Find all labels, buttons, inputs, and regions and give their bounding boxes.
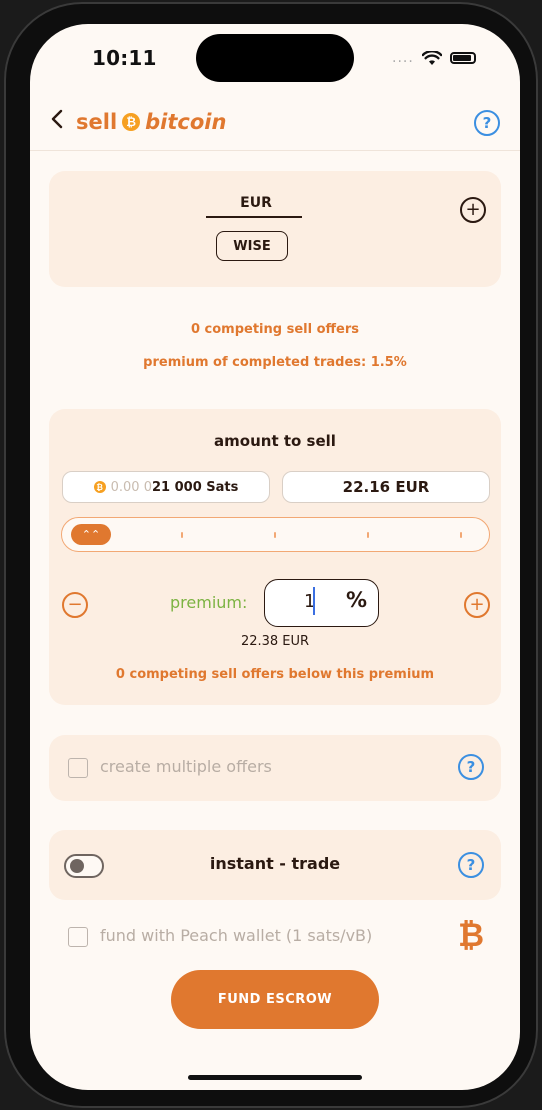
payment-method-card <box>49 171 501 287</box>
phone-frame: 10:11 .... sell ₿ bitcoin ? EUR WISE + 0… <box>4 2 538 1108</box>
fund-escrow-button[interactable]: FUND ESCROW <box>171 970 379 1029</box>
slider-tick <box>367 532 369 538</box>
competing-offers-text: 0 competing sell offers <box>190 322 360 337</box>
slider-handle[interactable]: ⌃⌃ <box>71 524 111 545</box>
slider-tick <box>181 532 183 538</box>
help-icon[interactable]: ? <box>458 754 484 780</box>
bitcoin-coin-icon: ₿ <box>122 113 141 131</box>
bitcoin-icon: ₿ <box>458 916 485 954</box>
currency-label: EUR <box>240 195 272 211</box>
currency-underline <box>206 216 302 218</box>
chevrons-up-icon: ⌃⌃ <box>81 528 101 541</box>
competing-below-premium-text: 0 competing sell offers below this premi… <box>115 667 435 682</box>
completed-premium-text: premium of completed trades: 1.5% <box>143 355 407 370</box>
premium-unit: % <box>346 588 368 612</box>
plus-icon: + <box>469 594 485 615</box>
sats-amount-input[interactable]: ₿ 0.00 0 21 000 Sats <box>62 471 270 503</box>
text-caret <box>313 587 315 615</box>
fund-peach-wallet-checkbox[interactable] <box>68 927 88 947</box>
header-divider <box>30 150 520 151</box>
home-indicator <box>188 1075 362 1080</box>
battery-icon <box>449 52 476 64</box>
help-icon[interactable]: ? <box>474 110 500 136</box>
sats-value: 21 000 Sats <box>151 479 239 495</box>
wifi-icon <box>421 50 442 65</box>
fund-peach-wallet-label[interactable]: fund with Peach wallet (1 sats/vB) <box>100 926 372 945</box>
slider-tick <box>274 532 276 538</box>
amount-title: amount to sell <box>214 432 336 450</box>
payment-method-chip[interactable]: WISE <box>216 231 288 261</box>
add-payment-method-button[interactable]: + <box>460 197 486 223</box>
multiple-offers-checkbox[interactable] <box>68 758 88 778</box>
signal-dots: .... <box>392 50 414 66</box>
help-icon[interactable]: ? <box>458 852 484 878</box>
minus-icon: − <box>67 594 83 615</box>
decrease-premium-button[interactable]: − <box>62 592 88 618</box>
slider-tick <box>460 532 462 538</box>
bitcoin-coin-icon: ₿ <box>93 481 106 493</box>
plus-icon: + <box>465 199 481 220</box>
instant-trade-label: instant - trade <box>209 854 341 873</box>
amount-card <box>49 409 501 705</box>
status-icons: .... <box>392 50 476 66</box>
page-title: sell ₿ bitcoin <box>76 110 226 134</box>
app-screen: 10:11 .... sell ₿ bitcoin ? EUR WISE + 0… <box>30 24 520 1090</box>
status-time: 10:11 <box>92 46 157 70</box>
back-button[interactable] <box>50 108 64 134</box>
chevron-left-icon <box>51 109 63 129</box>
sats-prefix: 0.00 0 <box>110 479 152 495</box>
fiat-amount-input[interactable]: 22.16 EUR <box>282 471 490 503</box>
title-sell: sell <box>76 110 118 134</box>
increase-premium-button[interactable]: + <box>464 592 490 618</box>
dynamic-island <box>196 34 354 82</box>
premium-label: premium: <box>170 593 248 612</box>
multiple-offers-label[interactable]: create multiple offers <box>100 757 272 776</box>
premium-eur-equivalent: 22.38 EUR <box>240 634 310 649</box>
title-bitcoin: bitcoin <box>145 110 227 134</box>
